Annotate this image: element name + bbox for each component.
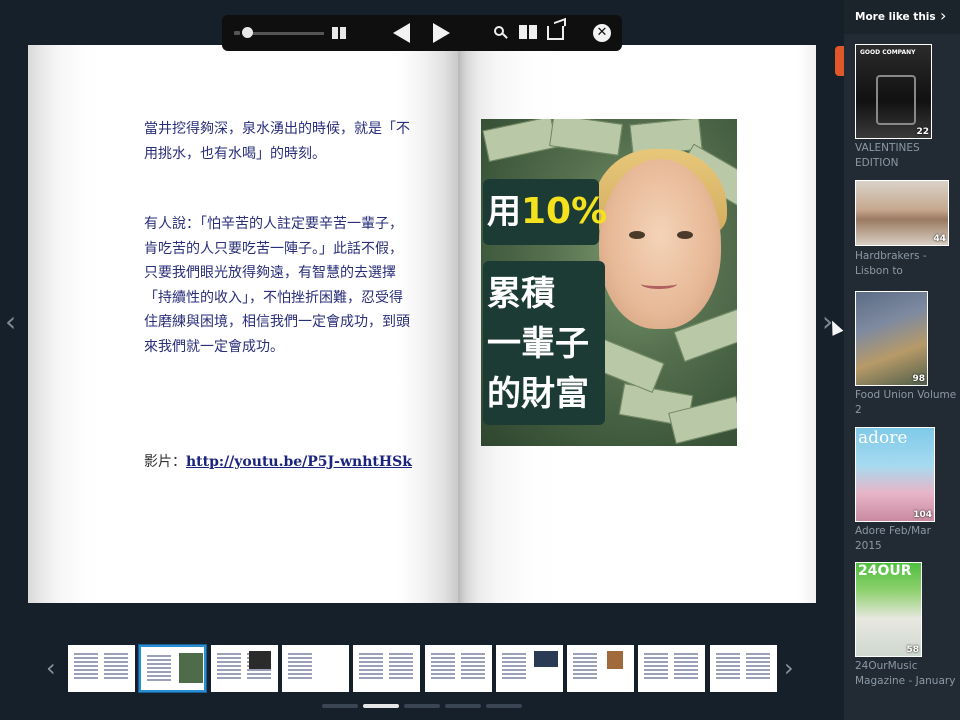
magazine-cover[interactable]: GOOD COMPANY 22 — [855, 44, 932, 139]
page-thumbnail[interactable] — [567, 645, 634, 692]
magazine-cover[interactable]: 24OUR 58 — [855, 562, 922, 657]
eye-image — [677, 231, 693, 239]
page-thumbnail[interactable] — [211, 645, 278, 692]
prev-page-icon[interactable] — [393, 23, 410, 43]
sidebar-item-label[interactable]: Adore Feb/Mar 2015 — [855, 524, 960, 554]
zoom-slider-thumb[interactable] — [242, 27, 253, 38]
ad-line1-prefix: 用 — [487, 192, 521, 232]
page-thumbnail[interactable] — [496, 645, 563, 692]
video-line: 影片：http://youtu.be/P5J-wnhtHSk — [144, 451, 412, 471]
page-count: 104 — [913, 510, 932, 520]
cover-title: GOOD COMPANY — [860, 49, 916, 56]
pages-icon[interactable] — [519, 25, 537, 39]
advertisement-image: 用10% 累積 一輩子 的財富 — [481, 119, 737, 446]
page-left-arrow-icon[interactable]: ‹ — [5, 308, 16, 336]
ad-line3: 一輩子 — [487, 324, 589, 364]
magazine-cover[interactable]: 98 — [855, 291, 928, 386]
woman-face — [599, 159, 721, 329]
page-thumbnail[interactable] — [425, 645, 492, 692]
sidebar-item-label[interactable]: VALENTINES EDITION — [855, 141, 960, 171]
close-icon[interactable]: ✕ — [593, 24, 611, 42]
page-count: 98 — [912, 374, 925, 384]
cover-title: 24OUR — [858, 563, 912, 579]
sidebar-title: More like this — [855, 11, 936, 23]
ad-line4: 的財富 — [487, 374, 589, 414]
page-thumbnail[interactable] — [68, 645, 135, 692]
left-page[interactable]: 當井挖得夠深，泉水湧出的時候，就是「不用挑水，也有水喝」的時刻。 有人說：「怕辛… — [28, 45, 458, 603]
page-thumbnail[interactable] — [638, 645, 705, 692]
volume-icon[interactable] — [234, 31, 240, 35]
grid-view-icon[interactable] — [332, 27, 346, 39]
sidebar-item-label[interactable]: Food Union Volume 2 — [855, 388, 960, 418]
page-dot[interactable] — [322, 704, 358, 708]
viewer-toolbar: ✕ — [222, 15, 622, 51]
video-link[interactable]: http://youtu.be/P5J-wnhtHSk — [186, 454, 412, 470]
magazine-cover[interactable]: adore 104 — [855, 427, 935, 522]
page-thumbnail[interactable] — [282, 645, 349, 692]
money-bill-image — [549, 119, 623, 156]
sidebar-item-label[interactable]: 24OurMusic Magazine - January — [855, 659, 960, 689]
page-count: 58 — [906, 645, 919, 655]
page-thumbnail[interactable] — [139, 645, 206, 692]
zoom-slider-track[interactable] — [246, 32, 324, 35]
sidebar-item-label[interactable]: Hardbrakers - Lisbon to — [855, 249, 960, 279]
share-icon[interactable] — [547, 17, 566, 40]
page-dot[interactable] — [404, 704, 440, 708]
ad-headline-box: 用10% — [483, 179, 607, 245]
page-dot[interactable] — [363, 704, 399, 708]
page-thumbnail[interactable] — [710, 645, 777, 692]
next-page-icon[interactable] — [433, 23, 450, 43]
paragraph-2: 有人說：「怕辛苦的人註定要辛苦一輩子，肯吃苦的人只要吃苦一陣子。」此話不假，只要… — [144, 216, 410, 355]
page-count: 22 — [916, 127, 929, 137]
page-dot[interactable] — [486, 704, 522, 708]
book-spread: 當井挖得夠深，泉水湧出的時候，就是「不用挑水，也有水喝」的時刻。 有人說：「怕辛… — [28, 45, 816, 603]
sidebar-header[interactable]: More like this › — [844, 0, 960, 34]
chevron-right-icon[interactable]: › — [940, 6, 946, 25]
page-dot[interactable] — [445, 704, 481, 708]
eye-image — [629, 231, 645, 239]
ad-text-box: 累積 一輩子 的財富 — [483, 261, 605, 425]
paragraph-1: 當井挖得夠深，泉水湧出的時候，就是「不用挑水，也有水喝」的時刻。 — [144, 121, 410, 162]
search-icon[interactable] — [494, 26, 508, 40]
mouth-image — [641, 279, 677, 289]
ad-line1-percent: 10% — [521, 191, 608, 232]
thumbs-next-icon[interactable]: › — [784, 654, 794, 682]
magazine-cover[interactable]: 44 — [855, 180, 949, 246]
page-thumbnail[interactable] — [353, 645, 420, 692]
thumbs-prev-icon[interactable]: ‹ — [46, 654, 56, 682]
cover-title: adore — [858, 428, 908, 448]
money-bill-image — [482, 119, 558, 162]
video-label: 影片： — [144, 454, 186, 470]
page-count: 44 — [933, 234, 946, 244]
more-like-this-sidebar: More like this › GOOD COMPANY 22 VALENTI… — [844, 0, 960, 720]
ad-line2: 累積 — [487, 274, 555, 314]
